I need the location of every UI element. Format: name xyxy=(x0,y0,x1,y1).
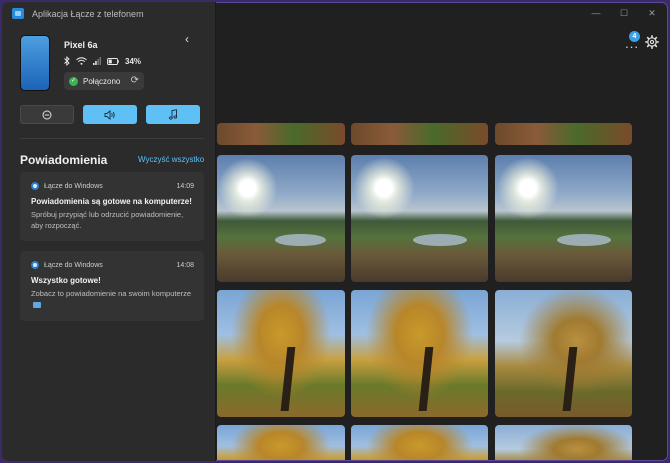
notification-app: Łącze do Windows xyxy=(31,182,103,190)
sync-icon[interactable]: ⟳ xyxy=(131,75,139,86)
minus-circle-icon xyxy=(42,110,52,119)
music-note-icon xyxy=(168,109,178,120)
device-name: Pixel 6a xyxy=(64,40,98,50)
connection-status-label: Połączono xyxy=(83,76,121,86)
window-title: Aplikacja Łącze z telefonem xyxy=(32,9,144,19)
notification-body-wrap: Zobacz to powiadomienie na swoim kompute… xyxy=(31,288,196,310)
volume-button[interactable] xyxy=(83,105,137,124)
media-button[interactable] xyxy=(146,105,200,124)
divider xyxy=(20,138,204,139)
bluetooth-icon xyxy=(64,56,70,66)
notification-time: 14:08 xyxy=(176,262,194,269)
photo-grid xyxy=(217,123,667,460)
notifications-heading: Powiadomienia xyxy=(20,153,108,167)
link-to-windows-icon xyxy=(31,182,39,190)
notification-headline: Powiadomienia są gotowe na komputerze! xyxy=(31,197,192,206)
photo-thumbnail[interactable] xyxy=(351,290,488,417)
device-status-row: 34% xyxy=(64,56,141,66)
photo-thumbnail[interactable] xyxy=(351,155,488,282)
photo-thumbnail[interactable] xyxy=(217,425,345,460)
phone-link-app-icon xyxy=(12,8,24,19)
notification-count-badge: 4 xyxy=(629,31,640,42)
window-controls: — ☐ ✕ xyxy=(591,8,657,19)
laptop-icon xyxy=(33,302,41,308)
check-circle-icon: ✓ xyxy=(69,76,78,86)
link-to-windows-icon xyxy=(31,261,39,269)
photo-thumbnail[interactable] xyxy=(217,290,345,417)
speaker-icon xyxy=(104,109,115,120)
photo-thumbnail[interactable] xyxy=(495,425,632,460)
main-topbar: ... 4 xyxy=(217,27,667,59)
notification-body: Zobacz to powiadomienie na swoim kompute… xyxy=(31,289,192,298)
gear-icon[interactable] xyxy=(645,35,659,49)
photo-thumbnail[interactable] xyxy=(351,425,488,460)
photo-thumbnail[interactable] xyxy=(217,155,345,282)
notification-headline: Wszystko gotowe! xyxy=(31,276,101,285)
photos-pane: ... 4 xyxy=(217,27,667,460)
wifi-icon xyxy=(76,57,87,65)
phone-panel: Aplikacja Łącze z telefonem Pixel 6a ‹ 3… xyxy=(2,2,216,461)
photo-thumbnail[interactable] xyxy=(217,123,345,145)
notification-card[interactable]: Łącze do Windows 14:08 Wszystko gotowe! … xyxy=(20,251,204,321)
phone-image xyxy=(20,35,50,91)
photo-thumbnail[interactable] xyxy=(495,155,632,282)
close-button[interactable]: ✕ xyxy=(647,8,657,19)
signal-icon xyxy=(93,57,101,65)
notification-app-name: Łącze do Windows xyxy=(44,182,103,190)
photo-thumbnail[interactable] xyxy=(351,123,488,145)
photo-thumbnail[interactable] xyxy=(495,290,632,417)
connection-status[interactable]: ✓ Połączono ⟳ xyxy=(64,72,144,90)
photo-thumbnail[interactable] xyxy=(495,123,632,145)
notification-app: Łącze do Windows xyxy=(31,261,103,269)
minimize-button[interactable]: — xyxy=(591,8,601,19)
battery-percentage: 34% xyxy=(125,56,142,66)
notification-card[interactable]: Łącze do Windows 14:09 Powiadomienia są … xyxy=(20,172,204,241)
notification-body: Spróbuj przypiąć lub odrzucić powiadomie… xyxy=(31,210,184,230)
notification-app-name: Łącze do Windows xyxy=(44,261,103,269)
panel-title-bar: Aplikacja Łącze z telefonem xyxy=(2,2,215,26)
notification-time: 14:09 xyxy=(176,183,194,190)
do-not-disturb-button[interactable] xyxy=(20,105,74,124)
maximize-button[interactable]: ☐ xyxy=(619,8,629,19)
clear-all-link[interactable]: Wyczyść wszystko xyxy=(138,155,204,164)
battery-icon xyxy=(107,57,119,65)
chevron-left-icon[interactable]: ‹ xyxy=(185,32,189,46)
